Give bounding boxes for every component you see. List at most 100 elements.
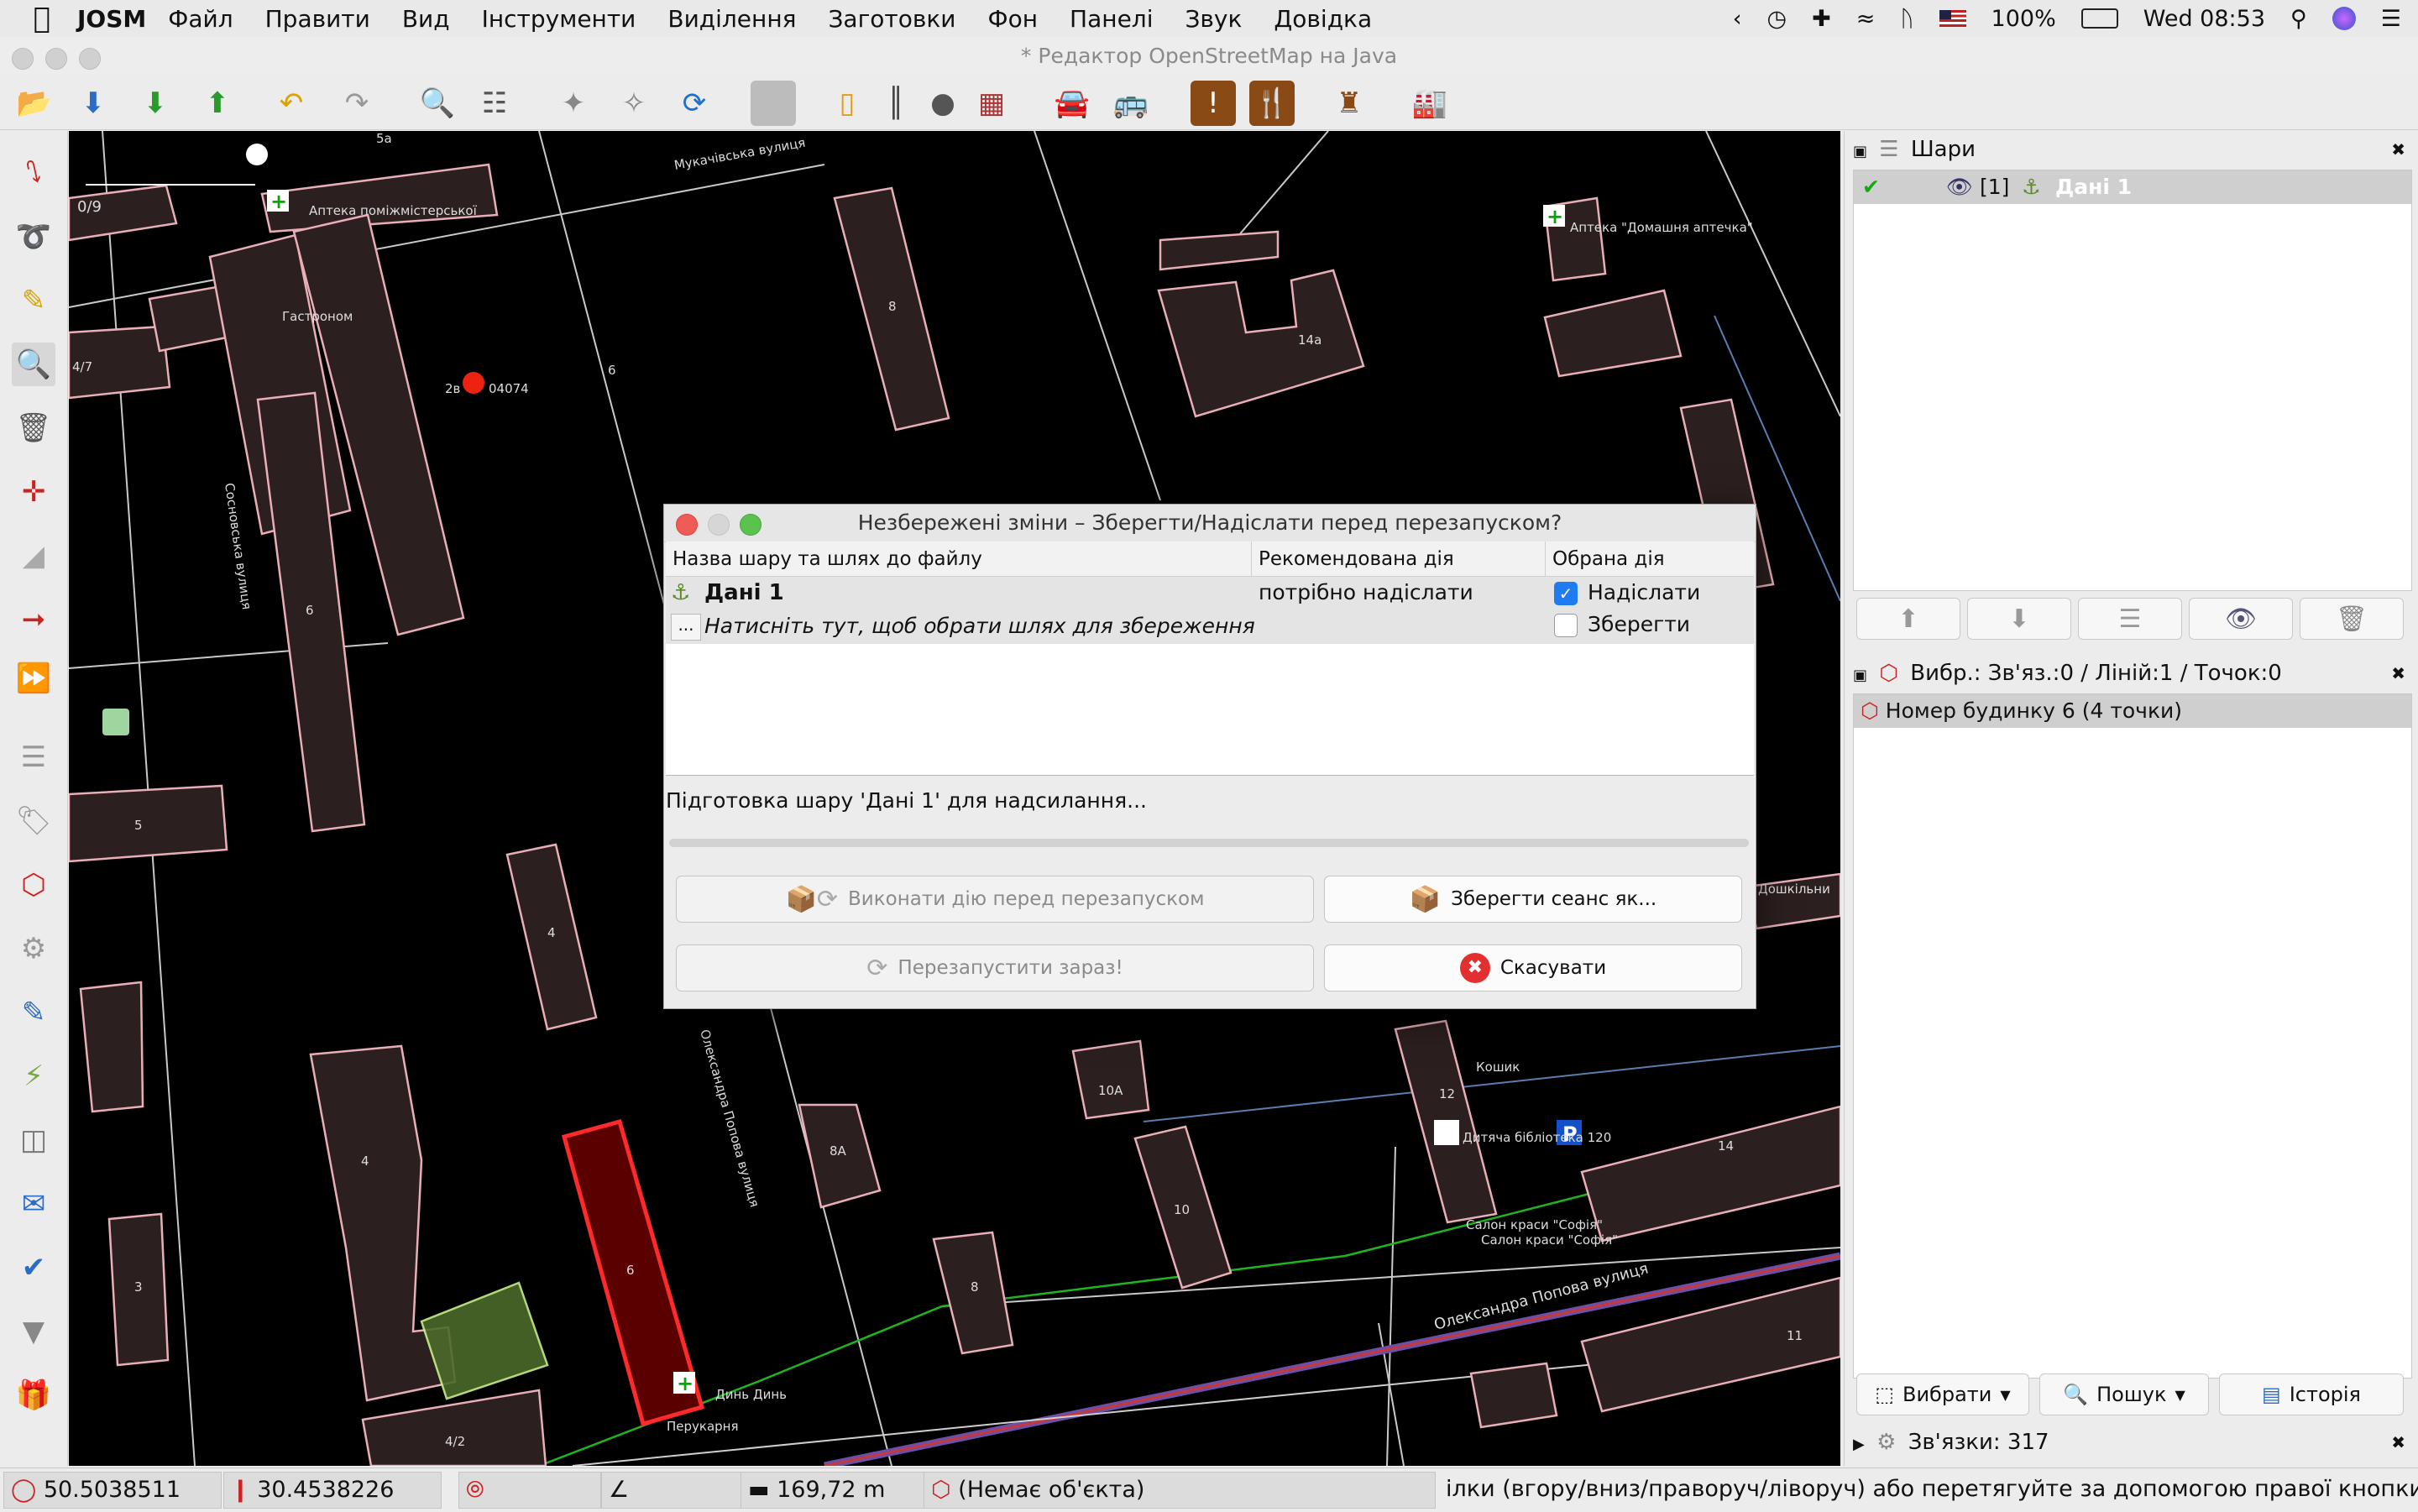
preferences-icon[interactable]: 🔍: [415, 81, 460, 126]
notification-center-icon[interactable]: ☰: [2381, 6, 2401, 32]
clock[interactable]: Wed 08:53: [2143, 6, 2265, 32]
restart-now-button[interactable]: ⟳ Перезапустити зараз!: [676, 944, 1314, 991]
checkbox-icon[interactable]: [1554, 614, 1578, 637]
window-minimize-button[interactable]: [45, 48, 67, 70]
extrude-icon[interactable]: ➞: [12, 598, 55, 641]
select-tool-icon[interactable]: ⭛: [12, 151, 55, 195]
upload-icon[interactable]: ⬆: [195, 81, 240, 126]
dropdown-icon[interactable]: ▼: [2175, 1387, 2185, 1403]
layers-panel-header[interactable]: ▣ ☰ Шари ✖: [1853, 133, 2410, 166]
merge-layer-button[interactable]: ☰: [2078, 598, 2182, 640]
table-row[interactable]: ⚓ Дані 1 ... Натисніть тут, щоб обрати ш…: [666, 577, 1754, 644]
zoom-tool-icon[interactable]: 🔍: [12, 343, 55, 386]
time-machine-icon[interactable]: ◷: [1767, 6, 1787, 32]
dialog-close-button[interactable]: [676, 514, 698, 536]
spotlight-icon[interactable]: ⚲: [2290, 6, 2307, 32]
perform-action-button[interactable]: 📦⟳ Виконати дію перед перезапуском: [676, 876, 1314, 923]
selection-item[interactable]: ⬡ Номер будинку 6 (4 точки): [1854, 694, 2411, 728]
validation-toggle-icon[interactable]: ✔: [12, 1246, 55, 1290]
open-file-icon[interactable]: 📂: [12, 81, 57, 126]
save-icon[interactable]: ⬇: [71, 81, 116, 126]
collapse-icon[interactable]: ▣: [1853, 667, 1867, 684]
dialog-zoom-button[interactable]: [740, 514, 762, 536]
cancel-button[interactable]: ✖ Скасувати: [1324, 944, 1742, 991]
choose-path-button[interactable]: ...: [671, 614, 701, 641]
layer-row[interactable]: ✔ 👁 [1] ⚓ Дані 1: [1854, 170, 2411, 204]
lasso-icon[interactable]: ➰: [12, 215, 55, 259]
factory-icon[interactable]: 🏭: [1407, 81, 1452, 126]
changeset-toggle-icon[interactable]: 🎁: [12, 1373, 55, 1417]
preset-rail-icon[interactable]: ║: [873, 81, 919, 126]
plus-icon[interactable]: ✚: [1812, 6, 1831, 32]
history-button[interactable]: ▤ Історія: [2219, 1373, 2404, 1415]
undo-icon[interactable]: ↶: [269, 81, 314, 126]
menu-imagery[interactable]: Фон: [988, 5, 1039, 33]
bluetooth-icon[interactable]: ᚢ: [1900, 6, 1913, 32]
siri-icon[interactable]: [2332, 7, 2356, 30]
expand-icon[interactable]: ▶: [1853, 1436, 1865, 1453]
window-close-button[interactable]: [12, 48, 34, 70]
merge-nodes-icon[interactable]: ✦: [551, 81, 596, 126]
split-way-icon[interactable]: ✧: [611, 81, 657, 126]
preset-barrier-icon[interactable]: ●: [920, 81, 966, 126]
toggle-icon[interactable]: ☷: [472, 81, 517, 126]
filter-toggle-icon[interactable]: ◫: [12, 1118, 55, 1162]
col-layer-header[interactable]: Назва шару та шлях до файлу: [666, 541, 1252, 577]
author-toggle-icon[interactable]: ⚙: [12, 927, 55, 971]
menu-tools[interactable]: Інструменти: [482, 5, 636, 33]
selection-panel-header[interactable]: ▣ ⬡ Вибр.: Зв'яз.:0 / Ліній:1 / Точок:0 …: [1853, 657, 2410, 690]
apple-icon[interactable]: : [17, 2, 67, 35]
menu-windows[interactable]: Панелі: [1070, 5, 1153, 33]
refresh-icon[interactable]: ⟳: [672, 81, 717, 126]
notes-toggle-icon[interactable]: ✉: [12, 1182, 55, 1226]
filter-icon[interactable]: ▼: [12, 1310, 55, 1353]
wifi-icon[interactable]: ≈: [1856, 6, 1876, 32]
search-button[interactable]: 🔍 Пошук ▼: [2039, 1373, 2209, 1415]
col-chosen-header[interactable]: Обрана дія: [1546, 541, 1754, 577]
move-down-button[interactable]: ⬇: [1967, 598, 2071, 640]
download-icon[interactable]: ⬇: [133, 81, 178, 126]
more-tools-icon[interactable]: ⏩: [12, 657, 55, 700]
close-icon[interactable]: ✖: [2391, 1426, 2405, 1459]
dialog-minimize-button[interactable]: [708, 514, 730, 536]
collapse-icon[interactable]: ▣: [1853, 143, 1867, 160]
menu-edit[interactable]: Правити: [265, 5, 370, 33]
commands-toggle-icon[interactable]: ✎: [12, 991, 55, 1034]
toggle-visibility-button[interactable]: 👁: [2189, 598, 2293, 640]
preset-road-icon[interactable]: ▯: [824, 81, 870, 126]
col-recommended-header[interactable]: Рекомендована дія: [1252, 541, 1546, 577]
exclamation-icon[interactable]: !: [1191, 81, 1236, 126]
castle-icon[interactable]: ♜: [1327, 81, 1372, 126]
path-hint[interactable]: Натисніть тут, щоб обрати шлях для збере…: [704, 614, 1255, 638]
close-icon[interactable]: ✖: [2391, 133, 2405, 166]
flag-icon[interactable]: [1939, 10, 1966, 27]
menu-presets[interactable]: Заготовки: [828, 5, 955, 33]
move-up-button[interactable]: ⬆: [1856, 598, 1960, 640]
active-check-icon[interactable]: ✔: [1862, 170, 1880, 204]
car-icon[interactable]: 🚘: [1049, 81, 1095, 126]
menu-view[interactable]: Вид: [402, 5, 450, 33]
relations-panel-header[interactable]: ▶ ⚙ Зв'язки: 317 ✖: [1853, 1426, 2410, 1459]
close-icon[interactable]: ✖: [2391, 657, 2405, 690]
save-checkbox[interactable]: Зберегти: [1554, 612, 1690, 637]
layers-toggle-icon[interactable]: ☰: [12, 735, 55, 779]
app-name[interactable]: JOSM: [77, 5, 146, 33]
battery-icon[interactable]: [2080, 8, 2118, 29]
select-button[interactable]: ⬚ Вибрати ▼: [1856, 1373, 2029, 1415]
delete-layer-button[interactable]: 🗑: [2300, 598, 2404, 640]
window-zoom-button[interactable]: [79, 48, 101, 70]
save-session-button[interactable]: 📦 Зберегти сеанс як...: [1324, 876, 1742, 923]
menu-help[interactable]: Довідка: [1274, 5, 1372, 33]
conflicts-toggle-icon[interactable]: ⚡: [12, 1054, 55, 1098]
delete-tool-icon[interactable]: 🗑: [12, 406, 55, 450]
preset-wall-icon[interactable]: ▦: [969, 81, 1014, 126]
check-icon[interactable]: ✓: [1554, 582, 1578, 605]
imagery-icon[interactable]: [751, 81, 796, 126]
parallel-way-icon[interactable]: ◢: [12, 534, 55, 578]
visibility-icon[interactable]: 👁: [1946, 170, 1973, 204]
dropdown-icon[interactable]: ▼: [2000, 1387, 2010, 1403]
draw-tool-icon[interactable]: ✎: [12, 279, 55, 322]
tags-toggle-icon[interactable]: 🏷: [12, 799, 55, 843]
restaurant-icon[interactable]: 🍴: [1249, 81, 1295, 126]
menu-audio[interactable]: Звук: [1185, 5, 1242, 33]
